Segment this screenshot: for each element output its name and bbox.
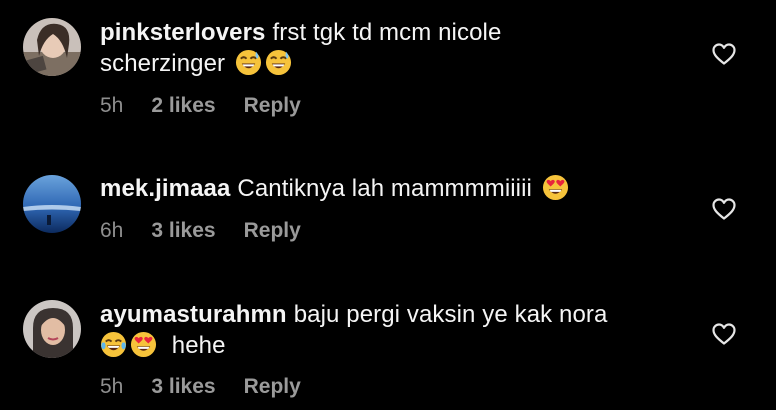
- comment-time: 5h: [100, 94, 124, 117]
- avatar[interactable]: [23, 175, 81, 233]
- heart-eyes-emoji: [130, 331, 157, 358]
- reply-button[interactable]: Reply: [244, 219, 301, 243]
- comment-likes[interactable]: 3 likes: [151, 375, 215, 399]
- comment-username[interactable]: ayumasturahmn: [100, 301, 287, 328]
- comment-meta: 5h 3 likes Reply: [100, 375, 329, 399]
- avatar[interactable]: [23, 300, 81, 358]
- comment-message-line2: scherzinger: [100, 50, 226, 77]
- comment-likes[interactable]: 2 likes: [151, 94, 215, 118]
- comment-text: ayumasturahmn baju pergi vaksin ye kak no…: [100, 299, 690, 361]
- comment-text: pinksterlovers frst tgk td mcm nicole sch…: [100, 17, 690, 79]
- sweat-smile-emoji: [265, 49, 292, 76]
- comment-message: baju pergi vaksin ye kak nora: [293, 301, 608, 328]
- comment-meta: 5h 2 likes Reply: [100, 94, 329, 118]
- heart-icon[interactable]: [711, 42, 737, 66]
- comment-time: 6h: [100, 219, 124, 242]
- heart-eyes-emoji: [542, 174, 569, 201]
- comment-likes[interactable]: 3 likes: [151, 219, 215, 243]
- reply-button[interactable]: Reply: [244, 94, 301, 118]
- comment-message: Cantiknya lah mammmmiiiii: [237, 175, 532, 202]
- heart-icon[interactable]: [711, 197, 737, 221]
- comment-message-line2: hehe: [171, 332, 226, 359]
- comment-meta: 6h 3 likes Reply: [100, 219, 329, 243]
- comment-time: 5h: [100, 375, 124, 398]
- sweat-smile-emoji: [235, 49, 262, 76]
- comment-text: mek.jimaaa Cantiknya lah mammmmiiiii: [100, 173, 690, 204]
- comment-message: frst tgk td mcm nicole: [272, 19, 502, 46]
- comment-username[interactable]: mek.jimaaa: [100, 175, 230, 202]
- comment-username[interactable]: pinksterlovers: [100, 19, 265, 46]
- avatar[interactable]: [23, 18, 81, 76]
- heart-icon[interactable]: [711, 322, 737, 346]
- reply-button[interactable]: Reply: [244, 375, 301, 399]
- joy-emoji: [100, 331, 127, 358]
